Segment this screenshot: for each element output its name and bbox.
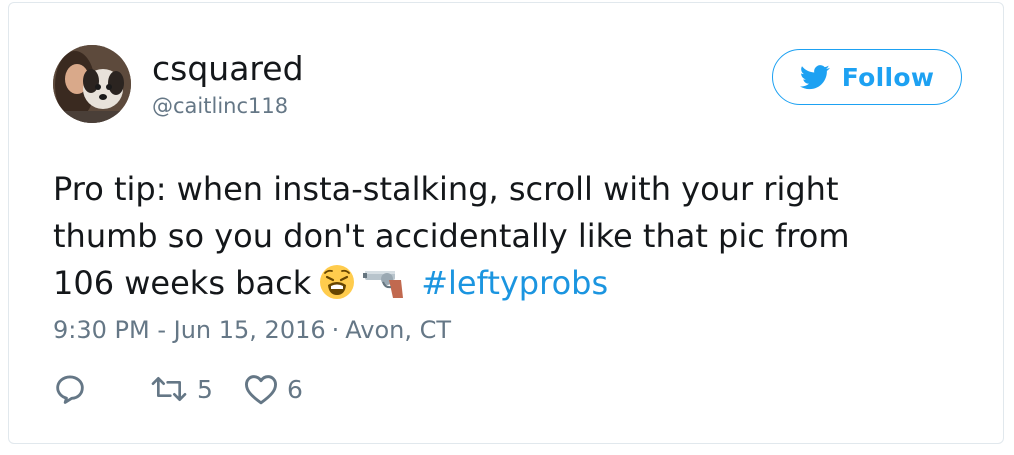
twitter-bird-icon — [799, 64, 830, 89]
retweet-count: 5 — [197, 374, 213, 404]
tweet-text-line-3: 106 weeks back #leftyprobs — [53, 260, 953, 313]
pistol-emoji-icon — [363, 266, 407, 313]
tweet-text: Pro tip: when insta-stalking, scroll wit… — [53, 166, 953, 313]
timestamp-link[interactable]: 9:30 PM - Jun 15, 2016 — [53, 316, 326, 344]
retweet-icon — [151, 377, 187, 401]
like-count: 6 — [287, 374, 303, 404]
tweet-card: csquared @caitlinc118 Follow Pro tip: wh… — [8, 2, 1004, 444]
tweet-meta: 9:30 PM - Jun 15, 2016 · Avon, CT — [53, 315, 451, 345]
heart-icon — [244, 375, 277, 405]
retweet-button[interactable]: 5 — [149, 374, 243, 404]
hashtag-link[interactable]: #leftyprobs — [421, 264, 608, 302]
user-handle[interactable]: @caitlinc118 — [152, 93, 288, 119]
tweet-actions: 5 6 — [53, 371, 303, 407]
tweet-text-line-3-text: 106 weeks back — [53, 264, 312, 302]
like-button[interactable]: 6 — [243, 373, 303, 405]
follow-button[interactable]: Follow — [772, 49, 962, 105]
reply-icon — [56, 375, 84, 404]
weary-face-emoji-icon — [319, 264, 355, 313]
tweet-text-line-1: Pro tip: when insta-stalking, scroll wit… — [53, 170, 839, 208]
meta-separator: · — [331, 316, 340, 344]
follow-label: Follow — [841, 62, 935, 92]
avatar-image — [53, 45, 131, 123]
reply-button[interactable] — [53, 372, 149, 406]
avatar[interactable] — [53, 45, 131, 123]
tweet-text-line-2: thumb so you don't accidentally like tha… — [53, 217, 850, 255]
display-name[interactable]: csquared — [152, 49, 304, 89]
location-link[interactable]: Avon, CT — [345, 316, 451, 344]
